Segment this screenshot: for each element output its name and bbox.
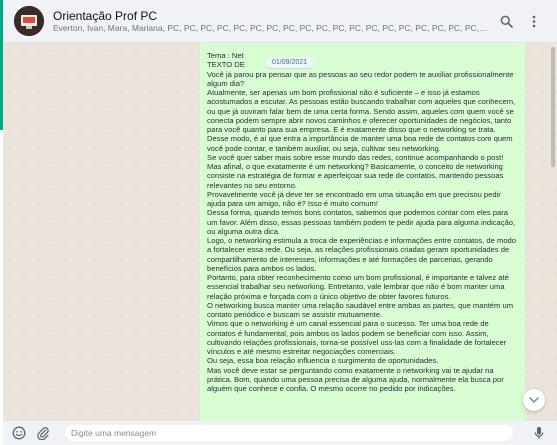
message-pane[interactable]: Tema : Net TEXTO DE Você já parou pra pe… bbox=[3, 43, 557, 421]
group-avatar[interactable] bbox=[14, 6, 44, 36]
paperclip-icon[interactable] bbox=[35, 425, 51, 441]
participants-list: Everton, Ivan, Mara, Mariana, PC, PC, PC… bbox=[53, 22, 489, 33]
message-bubble[interactable]: Tema : Net TEXTO DE Você já parou pra pe… bbox=[200, 43, 525, 421]
search-icon[interactable] bbox=[497, 12, 515, 30]
scroll-down-button[interactable] bbox=[523, 389, 545, 411]
chat-title: Orientação Prof PC bbox=[53, 8, 158, 23]
date-chip: 01/09/2021 bbox=[266, 57, 314, 68]
emoji-icon[interactable] bbox=[11, 425, 27, 441]
chat-info[interactable]: Orientação Prof PC Everton, Ivan, Mara, … bbox=[53, 9, 489, 34]
chat-header[interactable]: Orientação Prof PC Everton, Ivan, Mara, … bbox=[3, 0, 557, 43]
kebab-menu-icon[interactable] bbox=[525, 12, 543, 30]
compose-bar bbox=[3, 421, 557, 445]
message-input[interactable] bbox=[65, 425, 513, 441]
microphone-icon[interactable] bbox=[531, 425, 547, 441]
scrollbar[interactable] bbox=[551, 47, 555, 167]
chevron-down-icon bbox=[529, 391, 539, 409]
message-text: Tema : Net TEXTO DE Você já parou pra pe… bbox=[207, 51, 516, 393]
